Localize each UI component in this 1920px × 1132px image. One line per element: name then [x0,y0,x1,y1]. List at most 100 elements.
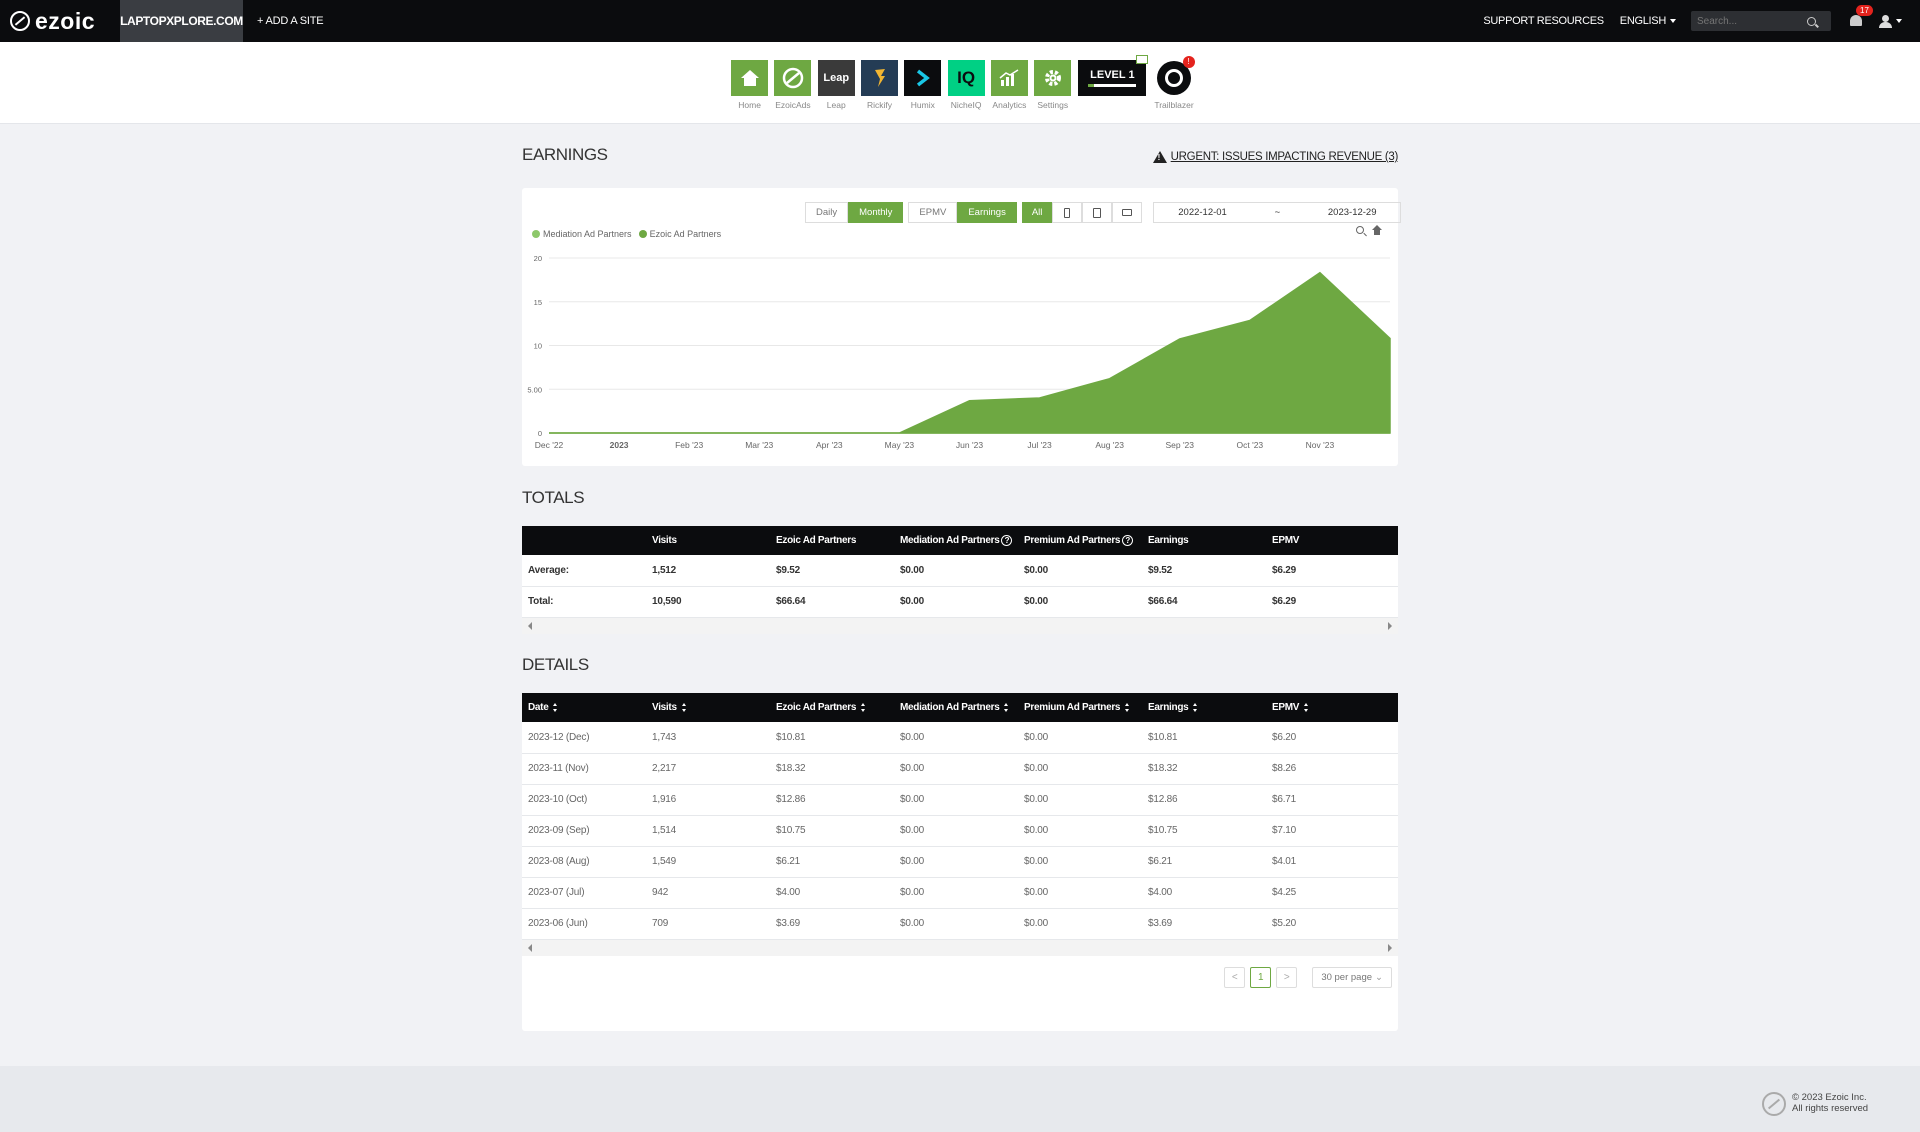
table-cell: $4.01 [1266,846,1398,878]
date-range-picker[interactable]: 2022-12-01 ~ 2023-12-29 [1153,202,1402,223]
warning-icon [1152,151,1167,163]
site-selector[interactable]: LAPTOPXPLORE.COM [120,0,243,42]
scroll-right-icon[interactable] [1388,621,1392,630]
app-rickify[interactable]: Rickify [858,60,901,110]
app-humix[interactable]: Humix [901,60,944,110]
x-tick-label: Oct '23 [1236,440,1263,450]
x-tick-label: Aug '23 [1095,440,1124,450]
daily-button[interactable]: Daily [805,202,849,223]
details-table: Date Visits Ezoic Ad Partners Mediation … [522,693,1398,940]
next-page-button[interactable]: > [1276,967,1298,988]
table-row: 2023-06 (Jun) 709 $3.69 $0.00 $0.00 $3.69 $5.2… [522,908,1398,940]
add-site-link[interactable]: + ADD A SITE [257,15,324,27]
mail-icon [1136,55,1149,64]
per-page-label: 30 per page [1321,972,1373,983]
table-cell: $66.64 [1142,586,1266,618]
all-devices-button[interactable]: All [1021,202,1053,223]
table-cell: 1,514 [646,815,770,847]
app-nicheiq[interactable]: IQ NicheIQ [944,60,987,110]
table-cell: $12.86 [1142,784,1266,816]
x-tick-label: Nov '23 [1306,440,1335,450]
ezoicads-app-tile [774,60,812,96]
app-ezoicads[interactable]: EzoicAds [771,60,814,110]
sortable-column-header[interactable]: Premium Ad Partners [1018,693,1142,722]
date-separator: ~ [1274,207,1281,218]
rickify-app-tile [861,60,899,96]
prev-page-button[interactable]: < [1224,967,1246,988]
table-cell: $66.64 [770,586,894,618]
app-leap[interactable]: Leap Leap [815,60,858,110]
notifications-button[interactable]: 17 [1849,5,1873,28]
support-resources-link[interactable]: SUPPORT RESOURCES [1483,15,1604,27]
app-trailblazer[interactable]: ! Trailblazer [1152,56,1195,110]
table-cell: $6.71 [1266,784,1398,816]
urgent-issues-link[interactable]: URGENT: ISSUES IMPACTING REVENUE (3) [1152,151,1398,163]
mobile-button[interactable] [1052,202,1083,223]
legend-ezoic[interactable]: Ezoic Ad Partners [638,229,722,239]
x-tick-label: Sep '23 [1165,440,1194,450]
sortable-column-header[interactable]: Date [522,693,646,722]
settings-app-tile [1034,60,1072,96]
search-icon[interactable] [1807,16,1816,26]
legend-label: Ezoic Ad Partners [649,229,722,239]
horizontal-scrollbar[interactable] [522,617,1398,634]
table-row: 2023-10 (Oct) 1,916 $12.86 $0.00 $0.00 $12.86… [522,784,1398,816]
search-box[interactable] [1691,11,1831,31]
sort-icon [1304,702,1309,712]
table-row: 2023-09 (Sep) 1,514 $10.75 $0.00 $0.00 $10.75… [522,815,1398,847]
horizontal-scrollbar[interactable] [522,939,1398,956]
legend-mediation[interactable]: Mediation Ad Partners [532,229,632,239]
page-1-button[interactable]: 1 [1250,967,1272,988]
scroll-right-icon[interactable] [1388,943,1392,952]
sortable-column-header[interactable]: EPMV [1266,693,1398,722]
table-cell: $6.29 [1266,555,1398,587]
sortable-column-header[interactable]: Ezoic Ad Partners [770,693,894,722]
table-cell: 1,916 [646,784,770,816]
zoom-icon[interactable] [1356,226,1364,234]
search-input[interactable] [1697,15,1807,27]
scroll-left-icon[interactable] [528,943,532,952]
sortable-column-header[interactable]: Visits [646,693,770,722]
earnings-title: EARNINGS [522,145,608,164]
language-dropdown[interactable]: ENGLISH [1620,15,1676,27]
tablet-button[interactable] [1082,202,1113,223]
table-cell: $0.00 [1018,908,1142,940]
help-icon[interactable]: ? [1122,534,1134,546]
app-analytics[interactable]: Analytics [988,60,1031,110]
app-label: Rickify [867,100,893,110]
level-tile: LEVEL 1 [1078,55,1149,96]
sortable-column-header[interactable]: Mediation Ad Partners [894,693,1018,722]
reset-zoom-home-icon[interactable] [1372,225,1382,235]
table-cell: $10.81 [1142,722,1266,754]
app-label: NicheIQ [950,100,982,110]
earnings-button[interactable]: Earnings [957,202,1017,223]
app-home[interactable]: Home [728,60,771,110]
copyright-line: © 2023 Ezoic Inc. [1792,1092,1867,1103]
table-cell: $0.00 [1018,753,1142,785]
level-badge[interactable]: LEVEL 1 [1074,55,1152,110]
column-header: EPMV [1266,526,1398,555]
table-row: 2023-07 (Jul) 942 $4.00 $0.00 $0.00 $4.00 $4.2… [522,877,1398,909]
per-page-select[interactable]: 30 per page ⌄ [1312,967,1392,988]
desktop-button[interactable] [1112,202,1143,223]
table-cell: 1,743 [646,722,770,754]
table-row: 2023-08 (Aug) 1,549 $6.21 $0.00 $0.00 $6.21 $4… [522,846,1398,878]
legend-dot [638,230,647,238]
app-settings[interactable]: Settings [1031,60,1074,110]
sortable-column-header[interactable]: Earnings [1142,693,1266,722]
sort-icon [1004,702,1009,712]
x-tick-label: Jul '23 [1027,440,1052,450]
scroll-left-icon[interactable] [528,621,532,630]
ezoic-logo[interactable]: ezoic [0,0,120,42]
help-icon[interactable]: ? [1001,534,1013,546]
monthly-button[interactable]: Monthly [848,202,904,223]
nicheiq-app-tile: IQ [947,60,985,96]
column-header: Mediation Ad Partners? [894,526,1018,555]
totals-title: TOTALS [522,488,585,507]
copyright: © 2023 Ezoic Inc. All rights reserved [1792,1092,1868,1114]
table-cell: 2023-09 (Sep) [522,815,646,847]
epmv-button[interactable]: EPMV [908,202,958,223]
bell-icon [1850,15,1862,26]
user-menu[interactable] [1879,14,1902,28]
ezoic-footer-logo-icon [1762,1092,1786,1116]
